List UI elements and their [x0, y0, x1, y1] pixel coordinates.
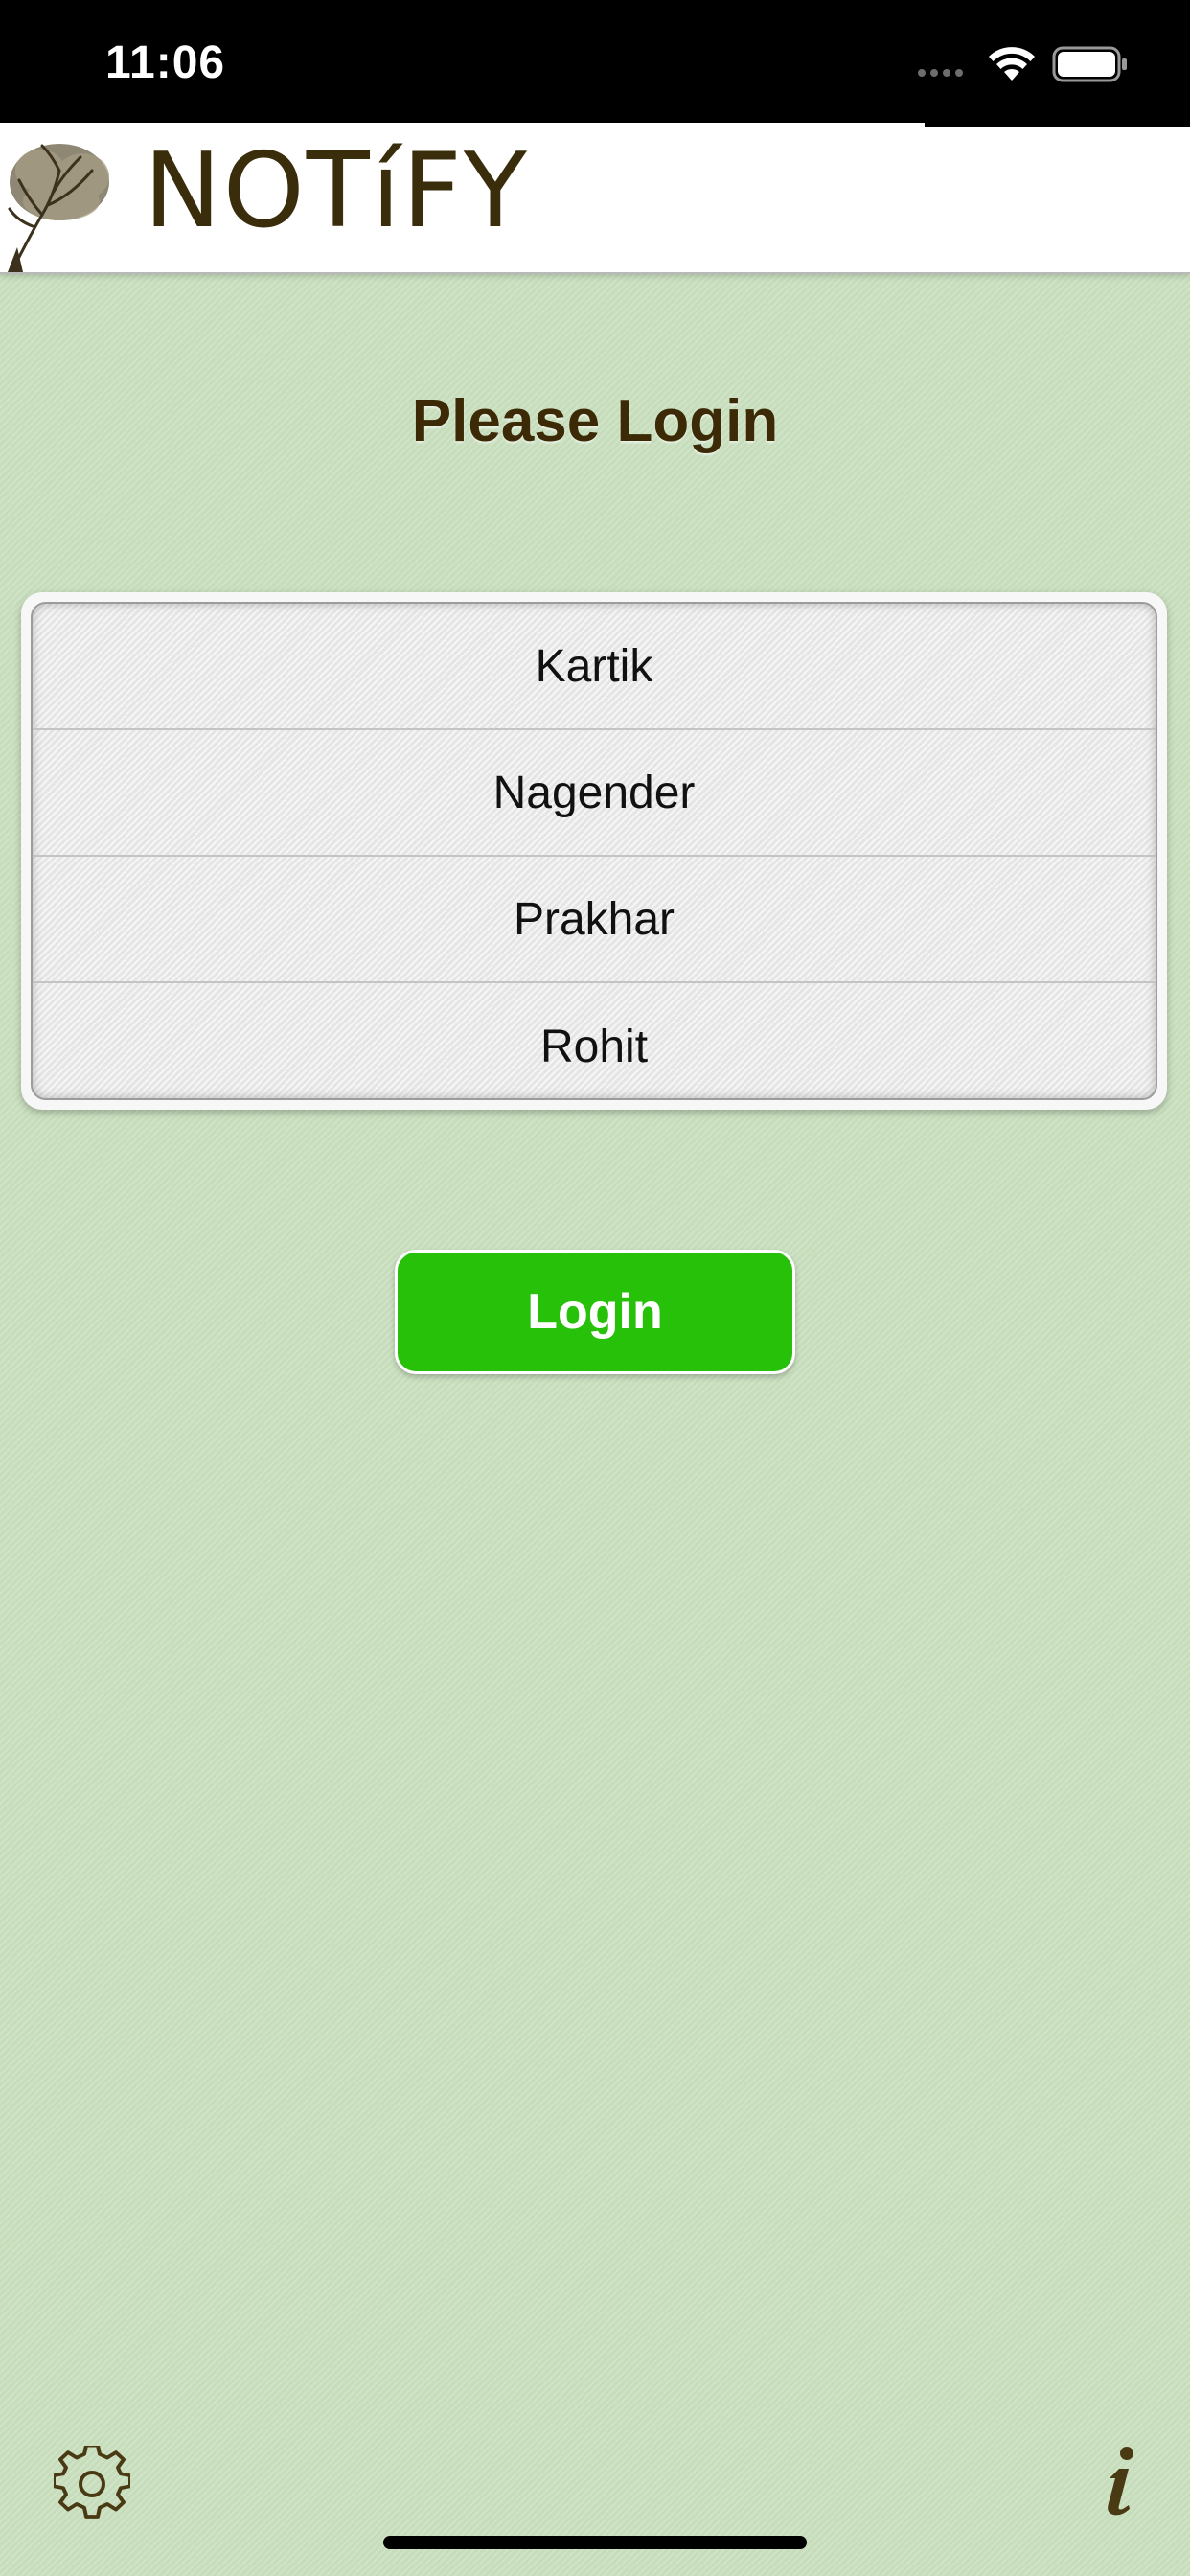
status-bar: 11:06 [0, 0, 1190, 123]
gear-icon[interactable] [54, 2446, 130, 2522]
user-option-rohit[interactable]: Rohit [33, 983, 1156, 1098]
app-brand-name: NOTíFY [144, 131, 529, 251]
home-indicator [383, 2536, 807, 2549]
status-time: 11:06 [105, 37, 226, 88]
user-picker-list[interactable]: Kartik Nagender Prakhar Rohit [31, 602, 1157, 1100]
header-divider [925, 123, 1190, 126]
info-icon[interactable] [1090, 2442, 1148, 2518]
page-title: Please Login [411, 388, 779, 454]
login-button[interactable]: Login [395, 1250, 795, 1374]
user-picker[interactable]: Kartik Nagender Prakhar Rohit [21, 592, 1167, 1110]
user-option-prakhar[interactable]: Prakhar [33, 857, 1156, 983]
tree-logo-icon [8, 144, 109, 272]
battery-icon [1052, 46, 1127, 82]
cellular-signal-icon [918, 69, 963, 77]
user-option-kartik[interactable]: Kartik [33, 604, 1156, 730]
wifi-icon [989, 47, 1035, 80]
user-option-nagender[interactable]: Nagender [33, 730, 1156, 857]
